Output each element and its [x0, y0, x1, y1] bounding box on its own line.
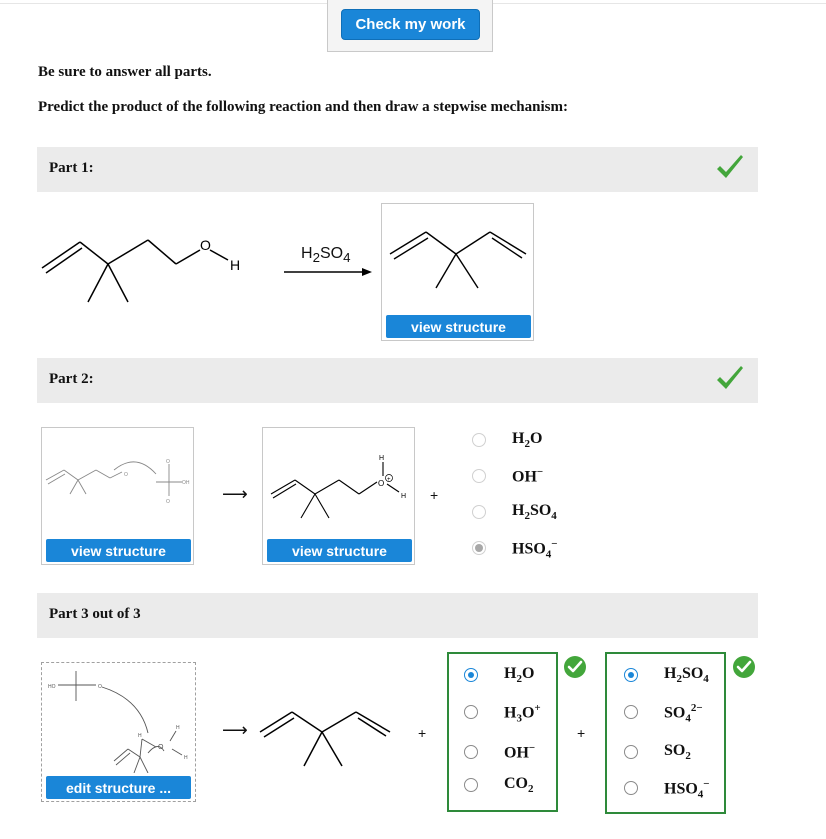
radio-button[interactable] [472, 469, 486, 483]
plus-sign-1: + [418, 725, 427, 741]
oxygen-atom-label: O [200, 237, 211, 253]
part3-group2-option-so2[interactable]: SO2 [624, 741, 722, 765]
svg-text:+: + [387, 477, 391, 483]
part3-group2-option-hso4[interactable]: HSO4− [624, 777, 722, 801]
part2-option-h2so4[interactable]: H2SO4 [472, 501, 592, 525]
svg-text:O: O [378, 479, 384, 488]
part3-group1-option-co2[interactable]: CO2 [464, 774, 554, 798]
radio-button[interactable] [464, 778, 478, 792]
part1-view-structure-button[interactable]: view structure [386, 315, 531, 338]
svg-text:O: O [158, 744, 164, 751]
check-mark-icon [717, 155, 743, 178]
part3-group1-option-h3o[interactable]: H3O+ [464, 701, 554, 725]
plus-sign-2: + [577, 725, 586, 741]
part3-group2-option-h2so4[interactable]: H2SO4 [624, 664, 722, 688]
part3-mechanism-editor[interactable]: HO O O H H H edit structure ... [41, 662, 196, 802]
radio-button[interactable] [472, 505, 486, 519]
radio-button-selected[interactable] [624, 668, 638, 682]
check-my-work-button[interactable]: Check my work [341, 9, 480, 40]
radio-button[interactable] [464, 705, 478, 719]
mechanism-draft-structure: HO O O H H H [48, 671, 188, 773]
part2-mechanism-box-2[interactable]: H O + H view structure [262, 427, 415, 565]
part1-product-box[interactable]: view structure [381, 203, 534, 341]
reagent-label: H2SO4 [301, 245, 351, 266]
part3-label: Part 3 out of 3 [49, 606, 141, 622]
svg-text:H: H [184, 755, 188, 761]
part1-header: Part 1: [37, 147, 758, 192]
svg-text:H: H [379, 455, 384, 462]
part3-header: Part 3 out of 3 [37, 593, 758, 638]
radio-button-selected[interactable] [472, 541, 486, 555]
radio-button[interactable] [464, 745, 478, 759]
check-work-panel: Check my work [327, 0, 493, 52]
part2-mechanism-box-1[interactable]: O O O OH view structure [41, 427, 194, 565]
correct-check-icon [733, 656, 755, 678]
mechanism-arrow-icon: ⟶ [222, 720, 248, 741]
svg-text:H: H [138, 733, 142, 739]
svg-text:O: O [124, 472, 128, 478]
prompt-text: Predict the product of the following rea… [38, 99, 568, 115]
part1-label: Part 1: [49, 160, 94, 176]
radio-button[interactable] [624, 705, 638, 719]
radio-button[interactable] [624, 781, 638, 795]
mechanism-arrow-icon: ⟶ [222, 484, 248, 505]
svg-text:HO: HO [48, 684, 56, 690]
svg-text:O: O [166, 499, 170, 505]
part2-header: Part 2: [37, 358, 758, 403]
edit-structure-button[interactable]: edit structure ... [46, 776, 191, 799]
reaction-arrow-icon [284, 268, 372, 276]
svg-text:H: H [176, 725, 180, 731]
starting-material-structure: O H [41, 237, 240, 303]
part3-group1-option-h2o[interactable]: H2O [464, 664, 554, 688]
svg-text:OH: OH [182, 480, 190, 486]
part2-view-structure-button-2[interactable]: view structure [267, 539, 412, 562]
svg-text:O: O [166, 459, 170, 465]
product-diene-structure [389, 231, 527, 289]
hydrogen-atom-label: H [230, 257, 240, 273]
part2-label: Part 2: [49, 371, 94, 387]
radio-button[interactable] [472, 433, 486, 447]
radio-button[interactable] [624, 745, 638, 759]
part2-view-structure-button-1[interactable]: view structure [46, 539, 191, 562]
part3-group2-option-so4[interactable]: SO42− [624, 701, 722, 725]
mechanism-step-structure: O O O OH [45, 459, 190, 505]
check-mark-icon [717, 366, 743, 389]
part3-product-diene-structure [259, 711, 391, 767]
svg-text:O: O [98, 684, 102, 690]
part2-option-hso4[interactable]: HSO4− [472, 537, 592, 561]
part3-group1-option-oh[interactable]: OH− [464, 741, 554, 765]
svg-text:H: H [401, 493, 406, 500]
part2-option-h2o[interactable]: H2O [472, 429, 592, 453]
correct-check-icon [564, 656, 586, 678]
part2-option-oh[interactable]: OH− [472, 465, 592, 489]
radio-button-selected[interactable] [464, 668, 478, 682]
instruction-text: Be sure to answer all parts. [38, 64, 212, 80]
oxonium-intermediate-structure: H O + H [270, 455, 406, 519]
plus-sign: + [430, 487, 439, 503]
